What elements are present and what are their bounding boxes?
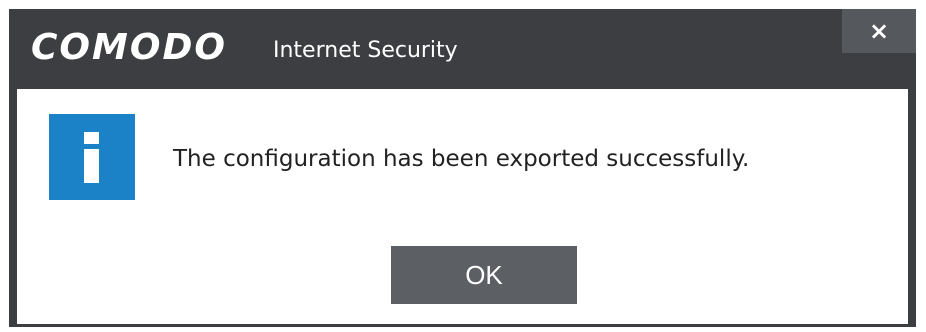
title-bar[interactable]: COMODO Internet Security ×: [9, 9, 916, 89]
ok-button[interactable]: OK: [391, 246, 577, 304]
close-icon: ×: [868, 17, 890, 45]
product-name: Internet Security: [273, 38, 458, 63]
brand-logo: COMODO: [31, 27, 227, 68]
close-button[interactable]: ×: [842, 9, 916, 53]
message-dialog: COMODO Internet Security × The configura…: [9, 9, 916, 327]
dialog-content: The configuration has been exported succ…: [17, 89, 908, 324]
info-icon: [49, 114, 135, 200]
dialog-message: The configuration has been exported succ…: [173, 146, 750, 172]
